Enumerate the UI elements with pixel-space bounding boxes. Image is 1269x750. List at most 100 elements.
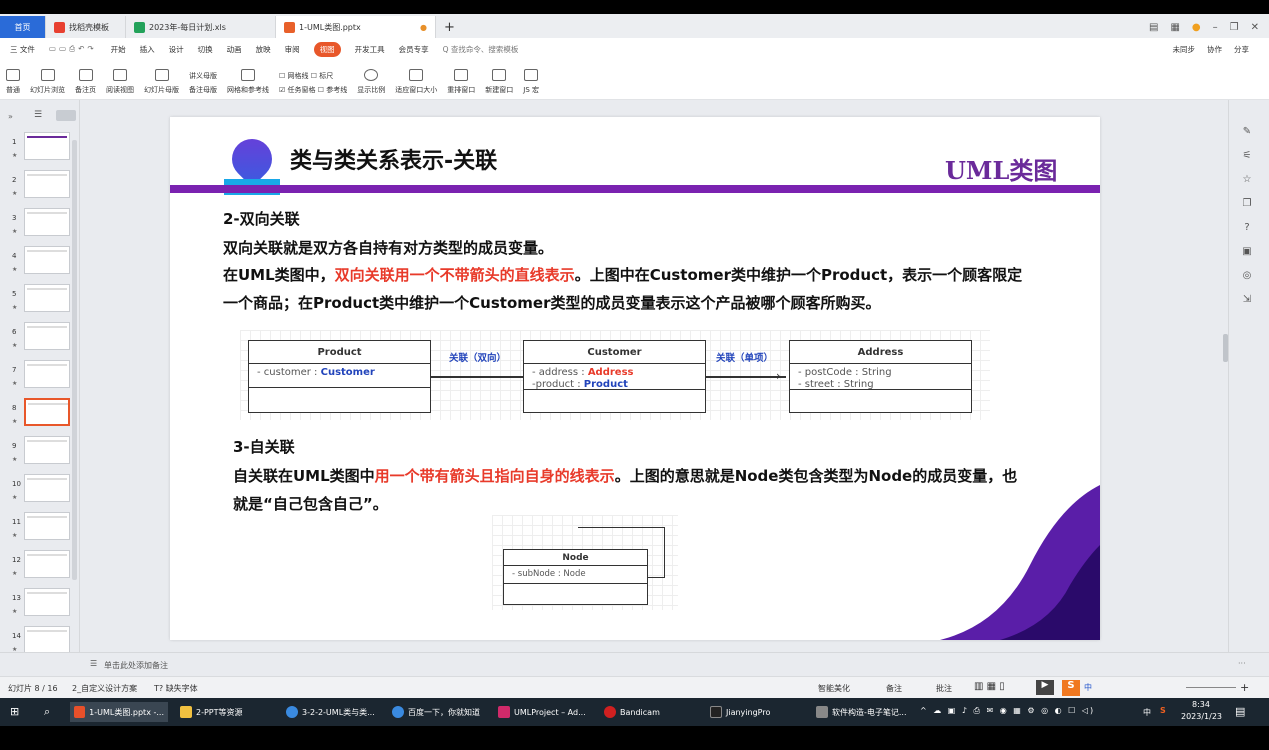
taskbar-app-notes[interactable]: 软件构造-电子笔记... <box>812 702 911 722</box>
handout-master-button[interactable]: 讲义母版 <box>189 71 217 81</box>
close-icon[interactable]: ✕ <box>1251 22 1259 33</box>
slide-thumbnail[interactable] <box>24 322 70 350</box>
windows-start-icon[interactable]: ⊞ <box>10 705 19 718</box>
slide-thumbnail[interactable] <box>24 208 70 236</box>
fit-window-button[interactable]: 适应窗口大小 <box>395 69 437 99</box>
notes-master-button[interactable]: 备注母版 <box>189 85 217 95</box>
slide-thumbnail[interactable] <box>24 436 70 464</box>
ime-toolbar[interactable] <box>1100 682 1180 692</box>
uml-class-node[interactable]: Node - subNode : Node <box>503 549 648 605</box>
magic-icon[interactable]: ✎ <box>1241 126 1253 138</box>
clock-time[interactable]: 8:34 <box>1192 700 1210 709</box>
zoom-slider[interactable] <box>1186 687 1236 688</box>
export-icon[interactable]: ⇲ <box>1241 294 1253 306</box>
taskbar-app-wps[interactable]: 1-UML类图.pptx -... <box>70 702 168 722</box>
more-icon[interactable]: ··· <box>1238 659 1246 668</box>
uml-class-address[interactable]: Address - postCode : String - street : S… <box>789 340 972 413</box>
sync-button[interactable]: 未同步 <box>1173 44 1196 55</box>
copy-icon[interactable]: ❐ <box>1241 198 1253 210</box>
thumbnail-view-toggle[interactable] <box>56 110 76 121</box>
slide-thumbnail[interactable] <box>24 360 70 388</box>
menu-insert[interactable]: 插入 <box>140 44 155 55</box>
smart-beautify-button[interactable]: 智能美化 <box>818 683 850 694</box>
uml-class-customer[interactable]: Customer - address : Address -product : … <box>523 340 706 413</box>
tab-pptx[interactable]: 1-UML类图.pptx ● <box>276 16 436 38</box>
layout-icon[interactable]: ▤ <box>1149 22 1158 33</box>
slide-thumbnail[interactable] <box>24 284 70 312</box>
taskbar-app-browser1[interactable]: 3-2-2-UML类与类... <box>282 702 379 722</box>
new-window-button[interactable]: 新建窗口 <box>485 69 513 99</box>
share-button[interactable]: 分享 <box>1234 44 1249 55</box>
menu-transition[interactable]: 切换 <box>198 44 213 55</box>
menu-start[interactable]: 开始 <box>111 44 126 55</box>
search-icon[interactable]: ⌕ <box>44 705 50 719</box>
taskbar-app-jianying[interactable]: JianyingPro <box>706 702 774 722</box>
avatar[interactable]: ● <box>1192 22 1201 33</box>
outline-icon[interactable]: ☰ <box>34 110 42 120</box>
normal-view-button[interactable]: 普通 <box>6 69 20 99</box>
taskpane-checkbox[interactable]: ☑ 任务窗格 ☐ 参考线 <box>279 85 347 95</box>
comments-toggle[interactable]: 批注 <box>936 683 952 694</box>
slide-thumbnail[interactable] <box>24 246 70 274</box>
slide-scrollbar-thumb[interactable] <box>1223 334 1228 362</box>
slide-thumbnail[interactable] <box>24 132 70 160</box>
menu-dev-tools[interactable]: 开发工具 <box>355 44 385 55</box>
maximize-icon[interactable]: ❐ <box>1230 22 1239 33</box>
tab-xls[interactable]: 2023年-每日计划.xls <box>126 16 276 38</box>
tab-home[interactable]: 首页 <box>0 16 46 38</box>
taskbar-app-bandicam[interactable]: Bandicam <box>600 702 664 722</box>
command-search[interactable]: Q 查找命令、搜索模板 <box>443 44 519 55</box>
input-language[interactable]: 中 <box>1143 707 1151 718</box>
menu-member[interactable]: 会员专享 <box>399 44 429 55</box>
slide-canvas[interactable]: 类与类关系表示-关联 UML类图 2-双向关联 双向关联就是双方各自持有对方类型… <box>170 117 1100 640</box>
settings-sliders-icon[interactable]: ⚟ <box>1241 150 1253 162</box>
tab-template[interactable]: 找稻壳模板 <box>46 16 126 38</box>
location-icon[interactable]: ◎ <box>1241 270 1253 282</box>
gridlines-checkbox[interactable]: ☐ 网格线 ☐ 标尺 <box>279 71 333 81</box>
view-mode-icons[interactable]: ▥ ▦ ▯ <box>974 681 1005 692</box>
play-icon[interactable]: ▶ <box>1036 680 1054 695</box>
gallery-icon[interactable]: ▣ <box>1241 246 1253 258</box>
menu-animation[interactable]: 动画 <box>227 44 242 55</box>
notes-toggle[interactable]: 备注 <box>886 683 902 694</box>
menu-design[interactable]: 设计 <box>169 44 184 55</box>
sogou-ime-icon[interactable]: S <box>1062 680 1080 696</box>
collaborate-button[interactable]: 协作 <box>1207 44 1222 55</box>
zoom-in-icon[interactable]: + <box>1240 681 1249 694</box>
ime-language-indicator[interactable]: 中 <box>1084 682 1092 693</box>
grid-guides-button[interactable]: 网格和参考线 <box>227 69 269 99</box>
slide-thumbnail[interactable] <box>24 626 70 654</box>
slide-sorter-button[interactable]: 幻灯片浏览 <box>30 69 65 99</box>
taskbar-app-folder[interactable]: 2-PPT等资源 <box>176 702 247 722</box>
slide-thumbnail[interactable] <box>24 398 70 426</box>
star-icon[interactable]: ☆ <box>1241 174 1253 186</box>
arrange-windows-button[interactable]: 重排窗口 <box>447 69 475 99</box>
thumbnail-scrollbar[interactable] <box>72 140 77 580</box>
theme-name[interactable]: 2_自定义设计方案 <box>72 683 137 694</box>
zoom-button[interactable]: 显示比例 <box>357 69 385 99</box>
collapse-icon[interactable]: » <box>8 112 13 121</box>
help-icon[interactable]: ? <box>1241 222 1253 234</box>
notes-placeholder[interactable]: 单击此处添加备注 <box>104 660 168 671</box>
sogou-tray-icon[interactable]: S <box>1160 706 1166 715</box>
minimize-icon[interactable]: – <box>1213 22 1218 33</box>
slide-thumbnail[interactable] <box>24 170 70 198</box>
menu-view[interactable]: 视图 <box>313 41 341 57</box>
uml-class-product[interactable]: Product - customer : Customer <box>248 340 431 413</box>
file-menu[interactable]: 三 文件 <box>10 44 35 55</box>
slide-master-button[interactable]: 幻灯片母版 <box>144 69 179 99</box>
slide-thumbnail[interactable] <box>24 474 70 502</box>
slide-thumbnail[interactable] <box>24 588 70 616</box>
taskbar-app-idea[interactable]: UMLProject – Ad... <box>494 702 590 722</box>
js-macro-button[interactable]: JS 宏 <box>523 69 539 99</box>
menu-slideshow[interactable]: 放映 <box>256 44 271 55</box>
notes-page-button[interactable]: 备注页 <box>75 69 96 99</box>
notification-icon[interactable]: ▤ <box>1235 705 1245 718</box>
clock-date[interactable]: 2023/1/23 <box>1181 712 1222 721</box>
slide-thumbnail[interactable] <box>24 550 70 578</box>
menu-review[interactable]: 审阅 <box>285 44 300 55</box>
apps-icon[interactable]: ▦ <box>1170 22 1179 33</box>
system-tray-icons[interactable]: ^ ☁ ▣ ♪ ⎙ ✉ ◉ ▦ ⚙ ◎ ◐ ☐ ◁) <box>920 706 1095 716</box>
new-tab-button[interactable]: + <box>436 16 463 38</box>
taskbar-app-browser2[interactable]: 百度一下，你就知道 <box>388 702 484 722</box>
